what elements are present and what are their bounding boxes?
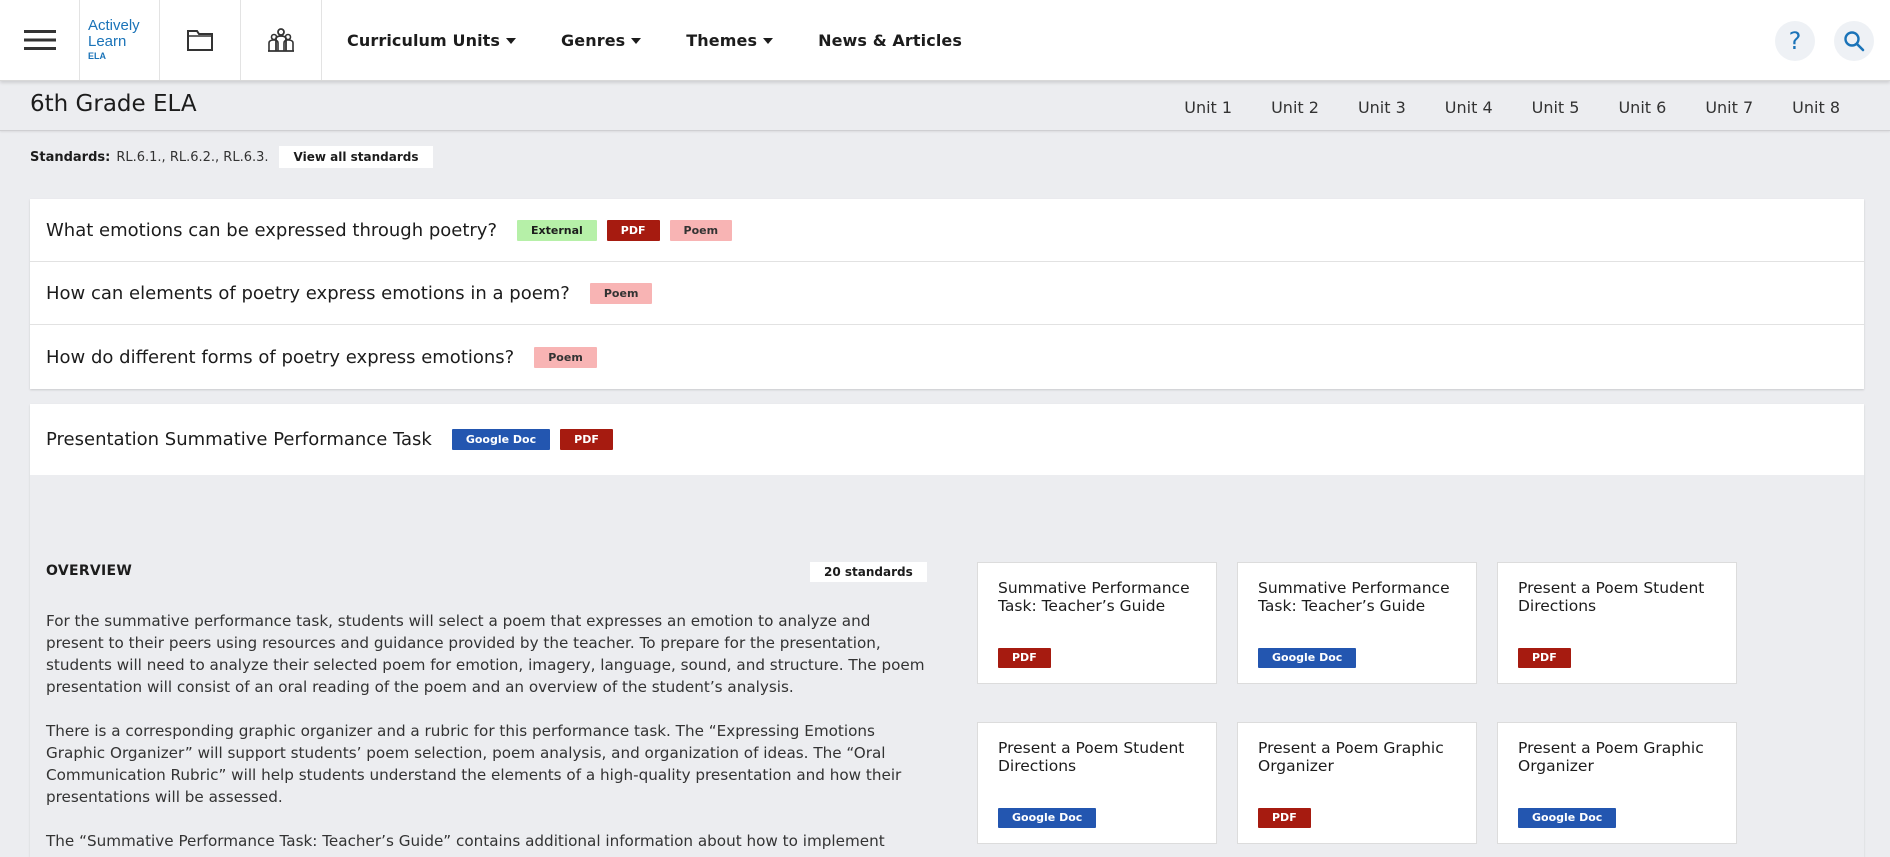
- question-row[interactable]: How do different forms of poetry express…: [30, 325, 1864, 389]
- tab-unit-7[interactable]: Unit 7: [1705, 98, 1753, 117]
- question-row[interactable]: What emotions can be expressed through p…: [30, 199, 1864, 262]
- resource-card[interactable]: Present a Poem Student Directions PDF: [1497, 562, 1737, 684]
- guiding-questions-card: What emotions can be expressed through p…: [30, 199, 1864, 389]
- search-icon: [1844, 31, 1865, 52]
- task-title: Presentation Summative Performance Task: [46, 429, 432, 450]
- overview-paragraph: There is a corresponding graphic organiz…: [46, 722, 902, 806]
- tab-unit-4[interactable]: Unit 4: [1445, 98, 1493, 117]
- question-text: What emotions can be expressed through p…: [46, 219, 498, 241]
- chevron-down-icon: [763, 37, 774, 44]
- help-button[interactable]: ?: [1775, 21, 1815, 61]
- resource-title: Present a Poem Graphic Organizer: [1518, 739, 1704, 775]
- menu-button[interactable]: [0, 0, 80, 80]
- resource-title: Present a Poem Student Directions: [1518, 579, 1705, 615]
- resource-title: Present a Poem Graphic Organizer: [1258, 739, 1444, 775]
- google-doc-tag: Google Doc: [1258, 648, 1357, 668]
- standards-label: Standards:: [30, 149, 111, 165]
- summative-task-section: Presentation Summative Performance Task …: [30, 404, 1864, 857]
- resource-title: Summative Performance Task: Teacher’s Gu…: [998, 579, 1190, 615]
- help-icon: ?: [1788, 27, 1802, 55]
- poem-tag: Poem: [589, 282, 653, 304]
- tab-unit-3[interactable]: Unit 3: [1358, 98, 1406, 117]
- poem-tag: Poem: [534, 346, 597, 368]
- resource-title: Summative Performance Task: Teacher’s Gu…: [1258, 579, 1450, 615]
- nav-themes-label: Themes: [686, 30, 758, 50]
- actively-learn-logo[interactable]: Actively Learn ELA: [80, 0, 160, 80]
- top-navigation-bar: Actively Learn ELA Curriculum Units Genr…: [0, 0, 1890, 81]
- resource-card[interactable]: Present a Poem Student Directions Google…: [977, 722, 1217, 844]
- pdf-tag: PDF: [1258, 808, 1311, 828]
- hamburger-menu-icon: [23, 30, 56, 50]
- nav-curriculum-units[interactable]: Curriculum Units: [347, 30, 517, 50]
- pdf-tag: PDF: [1518, 648, 1571, 668]
- resource-card[interactable]: Present a Poem Graphic Organizer Google …: [1497, 722, 1737, 844]
- google-doc-tag: Google Doc: [998, 808, 1097, 828]
- unit-tabs: Unit 1 Unit 2 Unit 3 Unit 4 Unit 5 Unit …: [1145, 98, 1840, 117]
- pdf-tag: PDF: [606, 219, 660, 241]
- logo-subtitle: ELA: [88, 51, 106, 61]
- classes-button[interactable]: [241, 0, 322, 80]
- external-tag: External: [517, 219, 597, 241]
- overview-paragraph: The “Summative Performance Task: Teacher…: [46, 832, 885, 850]
- folder-icon: [187, 30, 213, 51]
- google-doc-tag: Google Doc: [451, 429, 551, 450]
- tab-unit-1[interactable]: Unit 1: [1184, 98, 1232, 117]
- poem-tag: Poem: [669, 219, 733, 241]
- chevron-down-icon: [506, 37, 517, 44]
- main-nav-links: Curriculum Units Genres Themes News & Ar…: [322, 0, 1007, 80]
- classroom-icon: [268, 28, 294, 52]
- question-text: How can elements of poetry express emoti…: [46, 282, 570, 304]
- task-header[interactable]: Presentation Summative Performance Task …: [30, 404, 1864, 475]
- pdf-tag: PDF: [560, 429, 613, 450]
- view-all-standards-button[interactable]: View all standards: [278, 146, 434, 168]
- page-title: 6th Grade ELA: [30, 91, 197, 117]
- standards-value: RL.6.1., RL.6.2., RL.6.3.: [116, 149, 269, 165]
- resource-card[interactable]: Present a Poem Graphic Organizer PDF: [1237, 722, 1477, 844]
- nav-themes[interactable]: Themes: [686, 30, 774, 50]
- logo-text-line2: Learn: [88, 33, 127, 50]
- pdf-tag: PDF: [998, 648, 1051, 668]
- course-header: 6th Grade ELA Unit 1 Unit 2 Unit 3 Unit …: [0, 81, 1890, 131]
- nav-curriculum-units-label: Curriculum Units: [347, 30, 501, 50]
- chevron-down-icon: [631, 37, 642, 44]
- google-doc-tag: Google Doc: [1518, 808, 1617, 828]
- nav-genres-label: Genres: [561, 30, 626, 50]
- resource-title: Present a Poem Student Directions: [998, 739, 1185, 775]
- standards-row: Standards: RL.6.1., RL.6.2., RL.6.3. Vie…: [30, 146, 434, 168]
- tab-unit-5[interactable]: Unit 5: [1532, 98, 1580, 117]
- overview-heading: OVERVIEW: [46, 563, 133, 579]
- tab-unit-8[interactable]: Unit 8: [1792, 98, 1840, 117]
- logo-text-line1: Actively: [88, 17, 140, 34]
- question-text: How do different forms of poetry express…: [46, 346, 515, 368]
- overview-paragraph: For the summative performance task, stud…: [46, 612, 925, 696]
- question-row[interactable]: How can elements of poetry express emoti…: [30, 262, 1864, 325]
- overview-text: For the summative performance task, stud…: [46, 610, 926, 857]
- standards-count-badge[interactable]: 20 standards: [810, 562, 927, 582]
- resource-card[interactable]: Summative Performance Task: Teacher’s Gu…: [1237, 562, 1477, 684]
- nav-news-articles[interactable]: News & Articles: [818, 31, 962, 50]
- nav-genres[interactable]: Genres: [561, 30, 642, 50]
- tab-unit-2[interactable]: Unit 2: [1271, 98, 1319, 117]
- search-button[interactable]: [1834, 21, 1874, 61]
- library-button[interactable]: [160, 0, 241, 80]
- tab-unit-6[interactable]: Unit 6: [1618, 98, 1666, 117]
- resource-card[interactable]: Summative Performance Task: Teacher’s Gu…: [977, 562, 1217, 684]
